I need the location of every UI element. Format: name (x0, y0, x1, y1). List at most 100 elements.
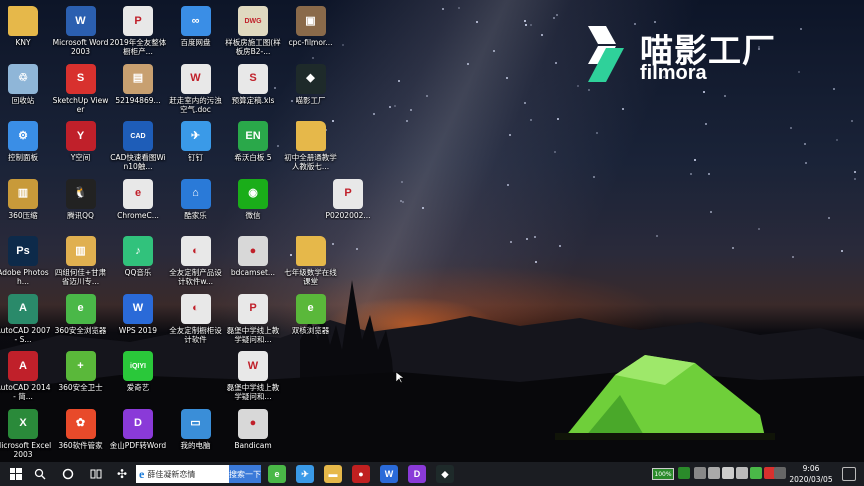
taskbar-search-input[interactable]: e 薛佳凝新恋情 (136, 465, 229, 483)
task-view-icon[interactable] (84, 462, 108, 486)
pdf-icon: P (123, 6, 153, 36)
star (556, 14, 559, 17)
star (656, 234, 659, 237)
qq-music-icon: ♪ (123, 236, 153, 266)
battery-indicator[interactable]: 100% (652, 468, 674, 480)
desktop-icon-design-software[interactable]: ◐ 全友定制产品设计软件w... (168, 234, 224, 290)
volume-icon[interactable] (736, 467, 748, 479)
desktop-icon-recycle-bin[interactable]: ♲ 回收站 (0, 62, 51, 118)
desktop-icon-excel[interactable]: X Microsoft Excel 2003 (0, 407, 51, 463)
desktop-icon-doc-file[interactable]: W 赶走室内的污浊空气.doc (168, 62, 224, 118)
desktop-icon-label: 百度网盘 (180, 38, 211, 47)
battery-icon[interactable] (678, 467, 690, 479)
desktop-icon-baidu-netdisk[interactable]: ∞ 百度网盘 (168, 4, 224, 60)
desktop-icon-archive[interactable]: ▣ cpc-filmor... (283, 4, 339, 60)
desktop-icon-xls-file[interactable]: S 预算定稿.xls (225, 62, 281, 118)
taskbar-360-browser-icon[interactable]: e (268, 465, 286, 483)
star (554, 151, 557, 154)
desktop-icon-word[interactable]: W Microsoft Word 2003 (53, 4, 109, 60)
network-icon[interactable] (722, 467, 734, 479)
desktop-icon-computer[interactable]: ▭ 我的电脑 (168, 407, 224, 463)
phone-icon[interactable] (694, 467, 706, 479)
desktop-icon-photoshop[interactable]: Ps Adobe Photosh... (0, 234, 51, 290)
star (541, 33, 544, 36)
star (621, 108, 624, 111)
taskbar-file-explorer-icon[interactable]: ▬ (324, 465, 342, 483)
desktop-icon-design-software[interactable]: ◐ 全友定制橱柜设计软件 (168, 292, 224, 348)
desktop-icon-doc-file[interactable]: W 磊堡中学线上教学疑问和... (225, 349, 281, 405)
windows-start-icon[interactable] (4, 462, 28, 486)
desktop-icon-pdf[interactable]: P P0202002... (320, 177, 376, 233)
desktop-icon-folder[interactable]: 七年级数学在线课堂 (283, 234, 339, 290)
desktop-icon-kujiale[interactable]: ⌂ 酷家乐 (168, 177, 224, 233)
desktop-icon-dingtalk[interactable]: ✈ 钉钉 (168, 119, 224, 175)
filmora-logo-icon (588, 26, 624, 82)
360-security-icon: + (65, 351, 96, 381)
star (389, 106, 392, 109)
desktop-icon-bandicam-setup[interactable]: ● bdcamset... (225, 234, 281, 290)
desktop-icon-wps[interactable]: W WPS 2019 (110, 292, 166, 348)
taskbar-dingtalk-icon[interactable]: ✈ (296, 465, 314, 483)
desktop-icon-360-software[interactable]: ✿ 360软件管家 (53, 407, 109, 463)
taskbar-filmora-icon[interactable]: ◆ (436, 465, 454, 483)
taskbar: ✣ (0, 462, 864, 486)
star (399, 199, 402, 202)
desktop-icon-360-browser[interactable]: e 360安全浏览器 (53, 292, 109, 348)
desktop-icon-control-panel[interactable]: ⚙ 控制面板 (0, 119, 51, 175)
desktop-icon-dwg-file[interactable]: DWG 样板房施工图(样板房B2-... (225, 4, 281, 60)
star (510, 241, 513, 244)
autocad-icon: A (8, 351, 38, 381)
star (475, 20, 478, 23)
notification-icon[interactable] (842, 467, 856, 481)
desktop-icon-label: 我的电脑 (180, 440, 211, 450)
desktop-icon-archive[interactable]: ▥ 四组何佳+甘肃省迈川专... (53, 234, 109, 290)
desktop-icon-dual-core-browser[interactable]: e 双核浏览器 (283, 292, 339, 348)
desktop-icon-folder[interactable]: KNY (0, 4, 51, 60)
photoshop-icon: Ps (8, 236, 38, 266)
desktop-icon-cad-viewer[interactable]: CAD CAD快速看图Win10触... (110, 119, 166, 175)
360-browser-icon: e (65, 293, 96, 324)
star (526, 238, 529, 241)
search-button[interactable]: 搜索一下 (229, 465, 261, 483)
desktop-icon-autocad[interactable]: A AutoCAD 2014 - 简... (0, 349, 51, 405)
desktop-icon-folder[interactable]: 初中全册通教学人教版七... (283, 119, 339, 175)
fan-app-icon[interactable]: ✣ (110, 462, 134, 486)
desktop-icon-bandicam[interactable]: ● Bandicam (225, 407, 281, 463)
desktop-icon-iqiyi[interactable]: iQIYI 爱奇艺 (110, 349, 166, 405)
star (467, 62, 469, 65)
desktop-icon-sketchup[interactable]: S SketchUp Viewer (53, 62, 109, 118)
search-icon[interactable] (28, 462, 52, 486)
desktop-icon-label: 360软件管家 (58, 440, 103, 450)
ime-icon[interactable] (774, 467, 786, 479)
desktop-icon-easinote[interactable]: EN 希沃白板 5 (225, 119, 281, 175)
desktop-icon-pdf[interactable]: P 磊堡中学线上教学疑问和... (225, 292, 281, 348)
desktop-icon-image-file[interactable]: ▤ 521948​69... (110, 62, 166, 118)
pen-icon[interactable] (708, 467, 720, 479)
desktop-icon-filmora[interactable]: ◆ 喵影工厂 (283, 62, 339, 118)
desktop-icon-label: 预算定稿.xls (231, 95, 275, 105)
desktop-icon-wechat[interactable]: ◉ 微信 (225, 177, 281, 233)
desktop-icon-360zip[interactable]: ▥ 360压缩 (0, 177, 51, 233)
star (533, 235, 536, 238)
doc-file-icon: W (238, 351, 268, 381)
desktop-icon-label: 爱奇艺 (126, 383, 150, 392)
desktop-icon-360-security[interactable]: +360安全卫士 (53, 349, 109, 405)
desktop-icon-autocad[interactable]: A AutoCAD 2007 - S... (0, 292, 51, 348)
chrome-icon: e (123, 178, 153, 209)
desktop-icon-chrome[interactable]: e ChromeC... (110, 177, 166, 233)
cortana-icon[interactable] (56, 462, 80, 486)
desktop-icon-qq[interactable]: 🐧 腾讯QQ (53, 177, 109, 233)
desktop-icon-label: 腾讯QQ (67, 210, 94, 220)
taskbar-recorder-icon[interactable]: ● (352, 465, 370, 483)
desktop-icon-qq-music[interactable]: ♪ QQ音乐 (110, 234, 166, 290)
desktop-icon-pdf-to-word[interactable]: D 金山PDF转Word (110, 407, 166, 463)
desktop-icon-label: 微信 (245, 210, 261, 220)
360-tray-icon[interactable] (750, 467, 762, 479)
taskbar-wps-icon[interactable]: W (380, 465, 398, 483)
desktop-icon-pdf[interactable]: P 2019年全友整体橱柜产... (110, 4, 166, 60)
system-clock[interactable]: 9:06 2020/03/05 (786, 463, 836, 485)
star (393, 105, 396, 108)
star (524, 24, 527, 27)
taskbar-pdf-to-word-icon[interactable]: D (408, 465, 426, 483)
desktop-icon-y-space[interactable]: Y Y空间 (53, 119, 109, 175)
